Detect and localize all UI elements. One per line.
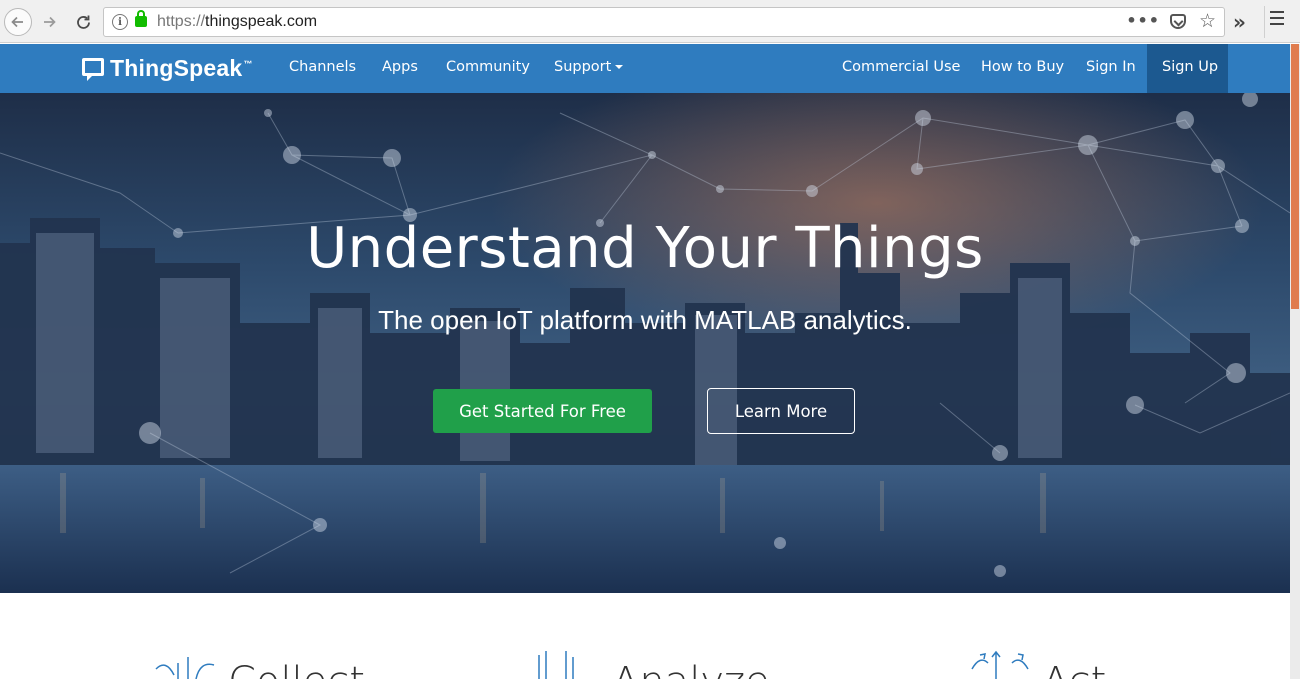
nav-community[interactable]: Community: [446, 59, 530, 75]
logo-text: ThingSpeak: [110, 55, 243, 81]
back-button[interactable]: [4, 8, 32, 36]
thingspeak-logo[interactable]: ThingSpeak ™: [82, 55, 252, 82]
arrow-right-icon: [44, 16, 56, 28]
analyze-icon: [538, 651, 574, 679]
browser-toolbar: i https://thingspeak.com ••• ☆ »: [0, 0, 1300, 43]
sign-up-button[interactable]: Sign Up: [1147, 44, 1228, 93]
hamburger-menu-icon[interactable]: [1270, 11, 1286, 27]
nav-how-to-buy[interactable]: How to Buy: [981, 59, 1064, 75]
page-scrollbar[interactable]: [1290, 44, 1300, 679]
site-navbar: ThingSpeak ™ Channels Apps Community Sup…: [0, 44, 1290, 93]
pocket-icon[interactable]: [1170, 14, 1186, 29]
nav-channels[interactable]: Channels: [289, 59, 356, 75]
feature-heading-analyze: Analyze: [612, 659, 770, 679]
caret-down-icon: [615, 65, 624, 69]
url-scheme: https://: [157, 13, 206, 30]
hero-banner: Understand Your Things The open IoT plat…: [0, 93, 1290, 593]
nav-support[interactable]: Support: [554, 59, 624, 75]
reload-icon: [76, 15, 90, 29]
logo-trademark: ™: [243, 59, 253, 69]
reload-button[interactable]: [70, 9, 96, 35]
page-viewport: ThingSpeak ™ Channels Apps Community Sup…: [0, 44, 1290, 679]
hero-title: Understand Your Things: [306, 216, 984, 281]
nav-apps[interactable]: Apps: [382, 59, 418, 75]
get-started-button[interactable]: Get Started For Free: [433, 389, 652, 433]
info-icon[interactable]: i: [112, 14, 128, 30]
bookmark-star-icon[interactable]: ☆: [1199, 10, 1216, 32]
speech-bubble-icon: [82, 58, 104, 81]
sign-up-label: Sign Up: [1162, 59, 1219, 75]
act-icon: [971, 650, 1029, 679]
nav-sign-in[interactable]: Sign In: [1086, 59, 1136, 75]
nav-commercial-use[interactable]: Commercial Use: [842, 59, 960, 75]
url-bar[interactable]: i https://thingspeak.com ••• ☆: [103, 7, 1225, 37]
page-actions-icon[interactable]: •••: [1126, 11, 1160, 30]
feature-heading-act: Act: [1042, 659, 1106, 679]
collect-icon: [155, 657, 215, 679]
nav-support-label: Support: [554, 59, 612, 75]
overflow-chevron-icon[interactable]: »: [1233, 10, 1246, 34]
scrollbar-thumb[interactable]: [1291, 44, 1299, 309]
arrow-left-icon: [11, 16, 23, 28]
feature-heading-collect: Collect: [228, 659, 365, 679]
url-host: thingspeak.com: [205, 13, 318, 30]
learn-more-button[interactable]: Learn More: [707, 388, 855, 434]
url-text[interactable]: https://thingspeak.com: [157, 13, 317, 31]
forward-button[interactable]: [36, 9, 62, 35]
city-skyline-network-image: [0, 93, 1290, 593]
lock-icon: [135, 10, 147, 27]
hero-subtitle: The open IoT platform with MATLAB analyt…: [378, 305, 912, 335]
toolbar-separator: [1264, 6, 1265, 38]
features-section: Collect Analyze Act: [0, 593, 1290, 679]
